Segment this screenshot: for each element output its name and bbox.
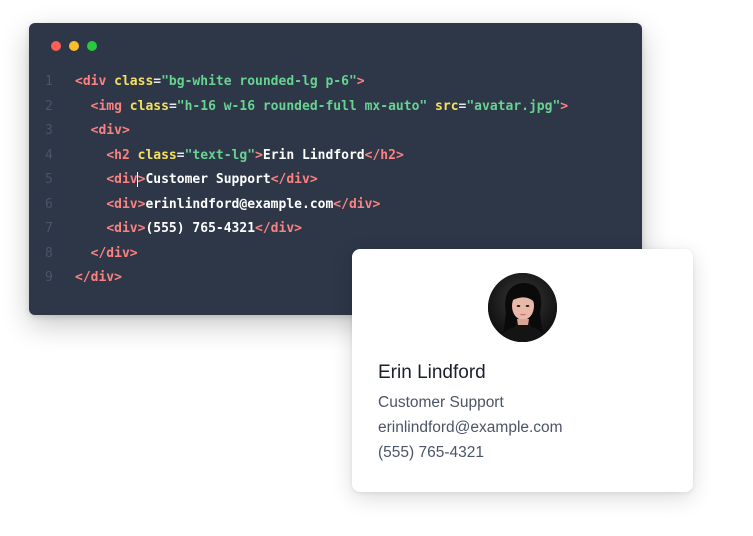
code-line: 3 <div>: [29, 119, 642, 144]
person-photo-icon: [488, 273, 557, 342]
line-number: 4: [45, 147, 53, 163]
line-number: 6: [45, 196, 53, 212]
maximize-window-button[interactable]: [87, 41, 97, 51]
close-window-button[interactable]: [51, 41, 61, 51]
code-content: </div>: [75, 270, 122, 285]
line-number: 5: [45, 172, 53, 187]
code-content: <div>(555) 765-4321</div>: [106, 221, 302, 236]
code-content: <div>Customer Support</div>: [106, 172, 318, 187]
code-line: 1 <div class="bg-white rounded-lg p-6">: [29, 70, 642, 95]
code-content: </div>: [90, 245, 138, 261]
line-number: 1: [45, 74, 53, 89]
code-line: 2 <img class="h-16 w-16 rounded-full mx-…: [29, 95, 642, 120]
line-number: 2: [45, 98, 53, 114]
code-content: <div>erinlindford@example.com</div>: [106, 196, 381, 212]
code-line: 7 <div>(555) 765-4321</div>: [29, 217, 642, 242]
window-controls: [51, 41, 105, 51]
line-number: 3: [45, 123, 53, 138]
line-number: 9: [45, 270, 53, 285]
line-number: 8: [45, 245, 53, 261]
code-content: <div class="bg-white rounded-lg p-6">: [75, 74, 365, 89]
profile-email: erinlindford@example.com: [378, 419, 563, 436]
code-line: 5 <div>Customer Support</div>: [29, 168, 642, 193]
avatar: [488, 273, 557, 342]
profile-role: Customer Support: [378, 394, 504, 411]
code-content: <h2 class="text-lg">Erin Lindford</h2>: [106, 147, 404, 163]
code-content: <div>: [90, 123, 130, 138]
line-number: 7: [45, 221, 53, 236]
minimize-window-button[interactable]: [69, 41, 79, 51]
code-line: 6 <div>erinlindford@example.com</div>: [29, 193, 642, 218]
profile-card-preview: Erin Lindford Customer Support erinlindf…: [352, 249, 693, 492]
code-line: 4 <h2 class="text-lg">Erin Lindford</h2>: [29, 144, 642, 169]
profile-phone: (555) 765-4321: [378, 444, 484, 461]
code-content: <img class="h-16 w-16 rounded-full mx-au…: [90, 98, 569, 114]
profile-name: Erin Lindford: [378, 362, 486, 383]
